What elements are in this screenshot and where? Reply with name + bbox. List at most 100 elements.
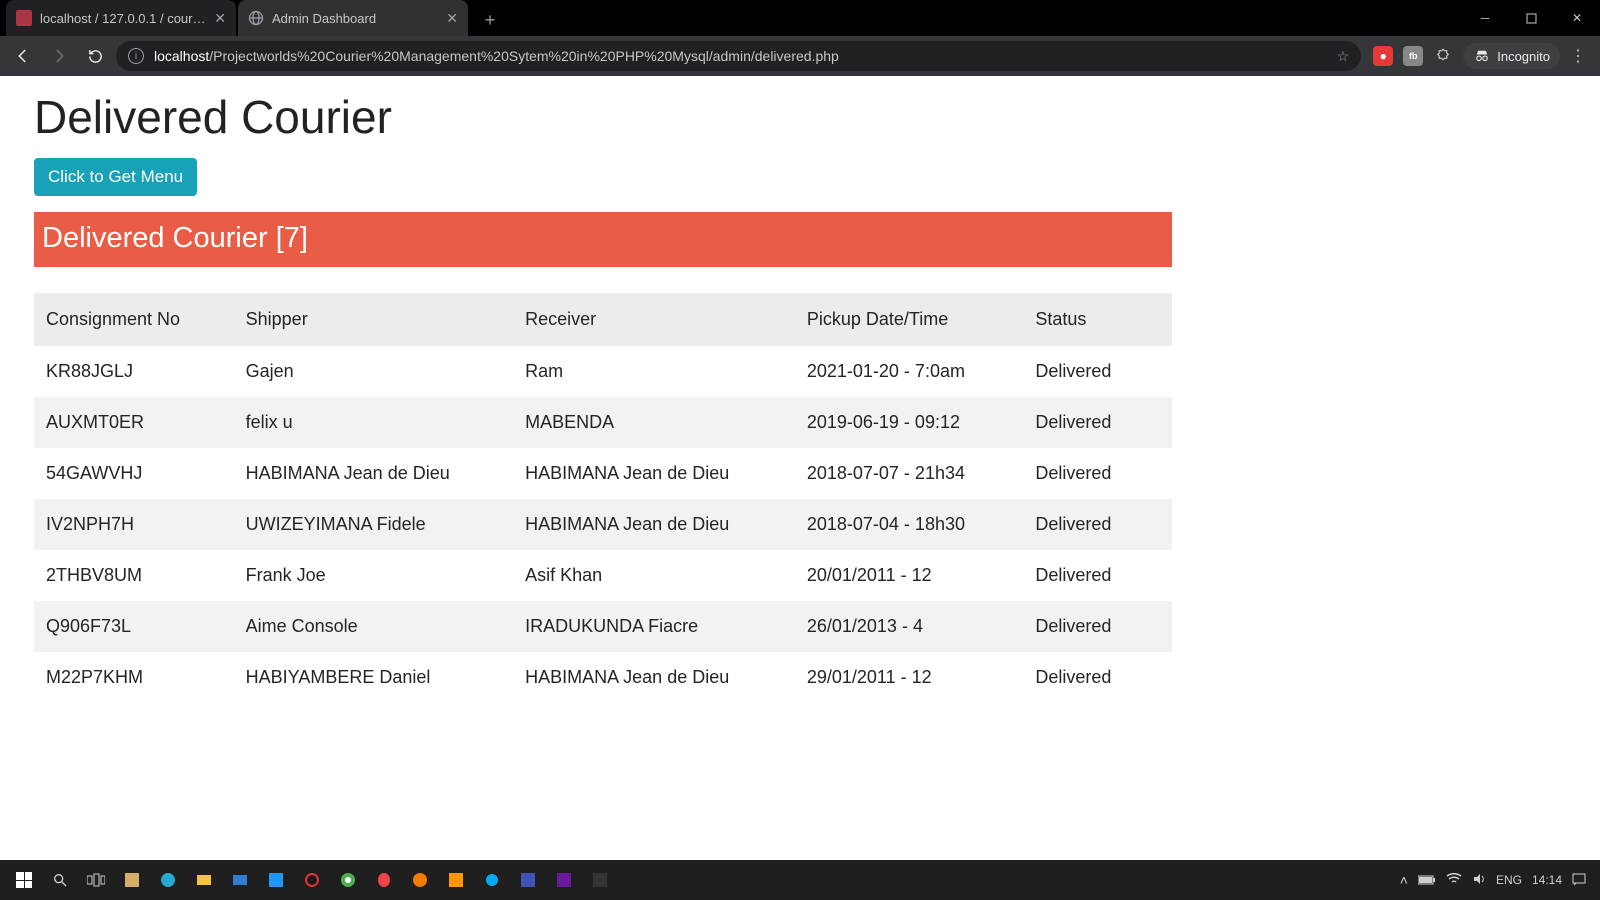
tab-active[interactable]: Admin Dashboard ✕ bbox=[238, 0, 468, 36]
courier-table: Consignment No Shipper Receiver Pickup D… bbox=[34, 293, 1172, 703]
firefox-icon[interactable] bbox=[402, 860, 438, 900]
cell-pickup: 20/01/2011 - 12 bbox=[795, 550, 1023, 601]
table-row: 2THBV8UMFrank JoeAsif Khan20/01/2011 - 1… bbox=[34, 550, 1172, 601]
window-controls: ─ ✕ bbox=[1462, 0, 1600, 36]
app-icon[interactable] bbox=[510, 860, 546, 900]
col-status: Status bbox=[1023, 293, 1172, 346]
cell-status: Delivered bbox=[1023, 448, 1172, 499]
cell-shipper: HABIMANA Jean de Dieu bbox=[234, 448, 514, 499]
app-icon[interactable] bbox=[438, 860, 474, 900]
incognito-badge[interactable]: Incognito bbox=[1463, 43, 1560, 69]
col-consignment: Consignment No bbox=[34, 293, 234, 346]
cell-consignment: IV2NPH7H bbox=[34, 499, 234, 550]
forward-button[interactable] bbox=[44, 41, 74, 71]
tab-inactive[interactable]: localhost / 127.0.0.1 / courier_db ✕ bbox=[6, 0, 236, 36]
extension-icon[interactable]: fb bbox=[1403, 46, 1423, 66]
cell-shipper: Frank Joe bbox=[234, 550, 514, 601]
page-title: Delivered Courier bbox=[34, 90, 1566, 144]
volume-icon[interactable] bbox=[1472, 872, 1486, 889]
cell-receiver: HABIMANA Jean de Dieu bbox=[513, 652, 795, 703]
chevron-up-icon[interactable]: ˄ bbox=[1400, 872, 1408, 888]
toolbar-right: ● fb Incognito ⋮ bbox=[1367, 43, 1592, 69]
table-row: Q906F73LAime ConsoleIRADUKUNDA Fiacre26/… bbox=[34, 601, 1172, 652]
cell-pickup: 2018-07-07 - 21h34 bbox=[795, 448, 1023, 499]
clock[interactable]: 14:14 bbox=[1532, 873, 1562, 887]
cell-shipper: Gajen bbox=[234, 346, 514, 397]
page-content: Delivered Courier Click to Get Menu Deli… bbox=[0, 76, 1600, 860]
cell-consignment: Q906F73L bbox=[34, 601, 234, 652]
cell-status: Delivered bbox=[1023, 550, 1172, 601]
close-icon[interactable]: ✕ bbox=[446, 10, 458, 27]
address-bar[interactable]: i localhost/Projectworlds%20Courier%20Ma… bbox=[116, 41, 1361, 71]
table-row: M22P7KHMHABIYAMBERE DanielHABIMANA Jean … bbox=[34, 652, 1172, 703]
panel-heading: Delivered Courier [7] bbox=[34, 212, 1172, 267]
back-button[interactable] bbox=[8, 41, 38, 71]
app-icon[interactable] bbox=[258, 860, 294, 900]
windows-taskbar: ˄ ENG 14:14 bbox=[0, 860, 1600, 900]
table-row: 54GAWVHJHABIMANA Jean de DieuHABIMANA Je… bbox=[34, 448, 1172, 499]
cell-receiver: HABIMANA Jean de Dieu bbox=[513, 448, 795, 499]
table-row: KR88JGLJGajenRam2021-01-20 - 7:0amDelive… bbox=[34, 346, 1172, 397]
menu-icon[interactable]: ⋮ bbox=[1570, 46, 1586, 66]
browser-toolbar: i localhost/Projectworlds%20Courier%20Ma… bbox=[0, 36, 1600, 76]
explorer-icon[interactable] bbox=[186, 860, 222, 900]
cell-pickup: 29/01/2011 - 12 bbox=[795, 652, 1023, 703]
tab-title: localhost / 127.0.0.1 / courier_db bbox=[40, 11, 206, 26]
wifi-icon[interactable] bbox=[1446, 872, 1462, 888]
col-shipper: Shipper bbox=[234, 293, 514, 346]
mail-icon[interactable] bbox=[222, 860, 258, 900]
cell-consignment: M22P7KHM bbox=[34, 652, 234, 703]
cell-consignment: 2THBV8UM bbox=[34, 550, 234, 601]
cell-status: Delivered bbox=[1023, 499, 1172, 550]
get-menu-button[interactable]: Click to Get Menu bbox=[34, 158, 197, 196]
table-row: IV2NPH7HUWIZEYIMANA FideleHABIMANA Jean … bbox=[34, 499, 1172, 550]
cell-receiver: IRADUKUNDA Fiacre bbox=[513, 601, 795, 652]
cell-shipper: felix u bbox=[234, 397, 514, 448]
extensions-icon[interactable] bbox=[1433, 46, 1453, 66]
cell-status: Delivered bbox=[1023, 601, 1172, 652]
app-icon[interactable] bbox=[582, 860, 618, 900]
new-tab-button[interactable]: + bbox=[476, 6, 504, 34]
favicon-icon bbox=[16, 10, 32, 26]
cell-receiver: HABIMANA Jean de Dieu bbox=[513, 499, 795, 550]
taskview-icon[interactable] bbox=[78, 860, 114, 900]
app-icon[interactable] bbox=[474, 860, 510, 900]
app-icon[interactable] bbox=[546, 860, 582, 900]
app-icon[interactable] bbox=[114, 860, 150, 900]
start-button[interactable] bbox=[6, 860, 42, 900]
info-icon[interactable]: i bbox=[128, 48, 144, 64]
extension-icon[interactable]: ● bbox=[1373, 46, 1393, 66]
cell-pickup: 2019-06-19 - 09:12 bbox=[795, 397, 1023, 448]
cell-receiver: Asif Khan bbox=[513, 550, 795, 601]
app-icon[interactable] bbox=[294, 860, 330, 900]
close-icon[interactable]: ✕ bbox=[214, 10, 226, 27]
system-tray[interactable]: ˄ ENG 14:14 bbox=[1400, 872, 1594, 889]
url-text: localhost/Projectworlds%20Courier%20Mana… bbox=[154, 48, 1327, 64]
notifications-icon[interactable] bbox=[1572, 872, 1586, 889]
cell-consignment: AUXMT0ER bbox=[34, 397, 234, 448]
cell-status: Delivered bbox=[1023, 397, 1172, 448]
close-button[interactable]: ✕ bbox=[1554, 0, 1600, 36]
minimize-button[interactable]: ─ bbox=[1462, 0, 1508, 36]
bookmark-icon[interactable]: ☆ bbox=[1337, 48, 1350, 65]
reload-button[interactable] bbox=[80, 41, 110, 71]
battery-icon[interactable] bbox=[1418, 872, 1436, 888]
edge-icon[interactable] bbox=[150, 860, 186, 900]
table-row: AUXMT0ERfelix uMABENDA2019-06-19 - 09:12… bbox=[34, 397, 1172, 448]
tab-title: Admin Dashboard bbox=[272, 11, 438, 26]
browser-chrome: localhost / 127.0.0.1 / courier_db ✕ Adm… bbox=[0, 0, 1600, 76]
cell-receiver: Ram bbox=[513, 346, 795, 397]
cell-status: Delivered bbox=[1023, 652, 1172, 703]
cell-shipper: Aime Console bbox=[234, 601, 514, 652]
chrome-icon[interactable] bbox=[330, 860, 366, 900]
cell-shipper: UWIZEYIMANA Fidele bbox=[234, 499, 514, 550]
cell-consignment: KR88JGLJ bbox=[34, 346, 234, 397]
cell-pickup: 2018-07-04 - 18h30 bbox=[795, 499, 1023, 550]
opera-icon[interactable] bbox=[366, 860, 402, 900]
col-pickup: Pickup Date/Time bbox=[795, 293, 1023, 346]
maximize-button[interactable] bbox=[1508, 0, 1554, 36]
search-icon[interactable] bbox=[42, 860, 78, 900]
language-indicator[interactable]: ENG bbox=[1496, 873, 1522, 887]
incognito-label: Incognito bbox=[1497, 49, 1550, 64]
col-receiver: Receiver bbox=[513, 293, 795, 346]
